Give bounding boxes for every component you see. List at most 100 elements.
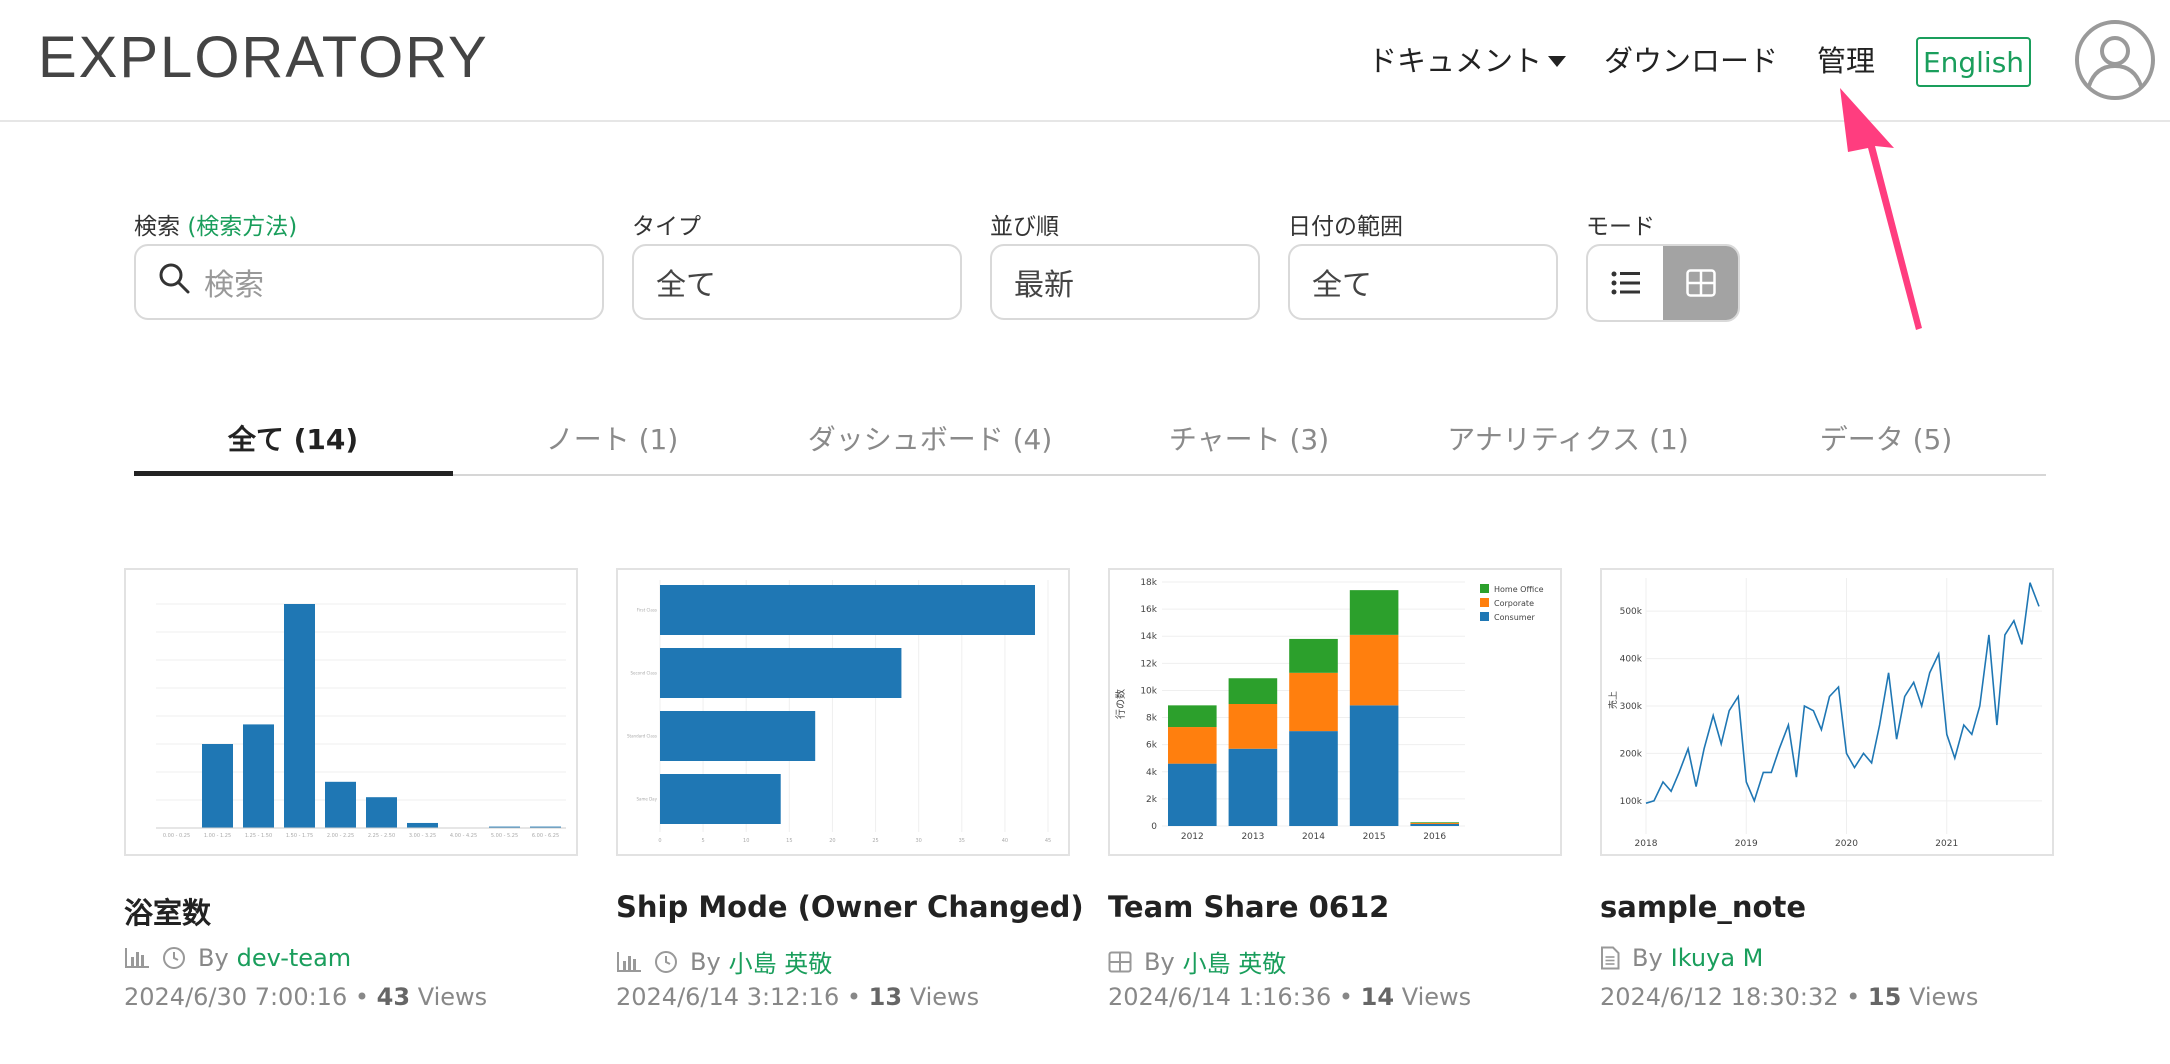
list-view-button[interactable] [1588,246,1663,320]
bar-segment [1289,672,1338,732]
x-tick-label: 5.00 - 5.25 [491,833,518,839]
owner-link[interactable]: Ikuya M [1671,944,1764,972]
y-axis-label: 売上 [1607,691,1619,709]
card-date: 2024/6/12 18:30:32 [1600,983,1839,1011]
card-meta: By 小島 英敬 [616,944,832,979]
histogram-chart: 0.00 - 0.25 1.00 - 1.25 1.25 - 1.50 1.50 - … [156,603,566,839]
x-tick-label: 2016 [1423,832,1446,842]
tab-charts[interactable]: チャート (3) [1169,418,1329,458]
nav-docs-label: ドキュメント [1368,44,1543,78]
legend-label: Consumer [1494,613,1536,622]
y-tick-label: 200k [1620,749,1643,759]
x-tick-label: 2012 [1181,832,1204,842]
card-date: 2024/6/14 1:16:36 [1108,983,1332,1011]
search-placeholder: 検索 [204,268,264,303]
bullet-separator: • [1846,983,1861,1011]
type-select[interactable]: 全て [632,244,962,320]
y-tick-label: 400k [1620,655,1643,665]
date-range-select[interactable]: 全て [1288,244,1558,320]
nav-admin-link[interactable]: 管理 [1817,38,1875,80]
bullet-separator: • [354,983,370,1011]
tab-analytics[interactable]: アナリティクス (1) [1447,418,1688,458]
views-label: Views [909,983,980,1011]
search-help-link[interactable]: (検索方法) [187,214,297,240]
x-tick-label: 2020 [1835,839,1858,849]
bar-segment [1228,678,1278,704]
card-thumbnail[interactable]: 0 2k 4k 6k 8k 10k 12k 14k 16k 18k 行の数 2012 2013 2014 2… [1108,568,1562,856]
y-tick-label: 100k [1620,797,1643,807]
date-range-label: 日付の範囲 [1288,214,1403,240]
by-label: By [690,947,721,976]
card-title[interactable]: Ship Mode (Owner Changed) [616,890,1084,924]
content-card[interactable]: 0 5 10 15 20 25 30 35 40 45 First Class Second Clas… [616,568,1084,1011]
language-button[interactable]: English [1916,37,2031,87]
legend-label: Corporate [1494,599,1534,608]
type-label: タイプ [632,214,701,240]
x-tick-label: 1.25 - 1.50 [245,833,272,839]
x-tick-label: 45 [1045,838,1051,844]
bar-segment [1168,763,1217,826]
by-label: By [1144,947,1175,976]
card-title[interactable]: sample_note [1600,890,1806,924]
card-title[interactable]: Team Share 0612 [1108,890,1389,924]
x-tick-label: 20 [829,838,835,844]
views-label: Views [1401,983,1472,1011]
x-tick-label: 4.00 - 4.25 [450,833,477,839]
views-count: 43 [376,983,411,1011]
card-thumbnail[interactable]: 100k 200k 300k 400k 500k 2018 2019 2020 2021 売上 [1600,568,2054,856]
card-meta: By 小島 英敬 [1108,944,1286,979]
nav-docs-menu[interactable]: ドキュメント [1368,38,1567,80]
tab-dashboards[interactable]: ダッシュボード (4) [808,418,1053,458]
bar-chart-icon [616,951,642,973]
grid-view-button[interactable] [1663,246,1738,320]
bar [366,797,397,828]
list-icon [1611,271,1640,295]
views-label: Views [1908,983,1979,1011]
bar-segment [1289,731,1338,826]
active-tab-indicator [134,471,453,476]
view-mode-toggle [1586,244,1740,322]
bar-segment [1228,748,1278,826]
views-count: 13 [868,983,903,1011]
x-tick-label: 10 [743,838,749,844]
card-thumbnail[interactable]: 0 5 10 15 20 25 30 35 40 45 First Class Second Clas… [616,568,1070,856]
card-title[interactable]: 浴室数 [124,890,211,932]
y-tick-label: 18k [1140,578,1157,588]
card-date: 2024/6/30 7:00:16 [124,983,348,1011]
bar-chart-icon [124,947,150,969]
content-card[interactable]: 0 2k 4k 6k 8k 10k 12k 14k 16k 18k 行の数 2012 2013 2014 2… [1108,568,1562,1011]
content-card[interactable]: 0.00 - 0.25 1.00 - 1.25 1.25 - 1.50 1.50 - … [124,568,578,1011]
owner-link[interactable]: 小島 英敬 [1183,944,1287,979]
bar [202,744,233,828]
bar [660,585,1035,635]
clock-icon [654,950,678,974]
x-tick-label: 2015 [1363,832,1386,842]
views-count: 15 [1867,983,1902,1011]
grid-icon [1685,269,1716,297]
tab-notes[interactable]: ノート (1) [546,418,679,458]
user-circle-icon[interactable] [2074,19,2156,101]
x-tick-label: 3.00 - 3.25 [409,833,436,839]
series-line [1645,582,2040,804]
content-card[interactable]: 100k 200k 300k 400k 500k 2018 2019 2020 2021 売上 sa… [1600,568,2054,1011]
owner-link[interactable]: 小島 英敬 [729,944,833,979]
search-input[interactable]: 検索 [134,244,604,320]
bullet-separator: • [846,983,862,1011]
card-meta: By dev-team [124,944,351,972]
app-logo[interactable]: EXPLORATORY [38,24,489,91]
tab-all[interactable]: 全て (14) [228,418,358,458]
by-label: By [198,944,229,972]
x-tick-label: 1.50 - 1.75 [286,833,313,839]
nav-download-link[interactable]: ダウンロード [1604,38,1778,80]
order-select[interactable]: 最新 [990,244,1260,320]
bar-segment [1228,704,1278,749]
search-label: 検索 (検索方法) [134,207,297,241]
tab-data[interactable]: データ (5) [1820,418,1953,458]
card-thumbnail[interactable]: 0.00 - 0.25 1.00 - 1.25 1.25 - 1.50 1.50 - … [124,568,578,856]
owner-link[interactable]: dev-team [237,944,351,972]
y-tick-label: 4k [1146,768,1158,778]
horizontal-bar-chart: 0 5 10 15 20 25 30 35 40 45 First Class Second Clas… [627,580,1051,844]
y-tick-label: 6k [1146,741,1158,751]
y-tick-label: 2k [1146,795,1158,805]
card-stats: 2024/6/14 1:16:36 • 14 Views [1108,983,1471,1011]
